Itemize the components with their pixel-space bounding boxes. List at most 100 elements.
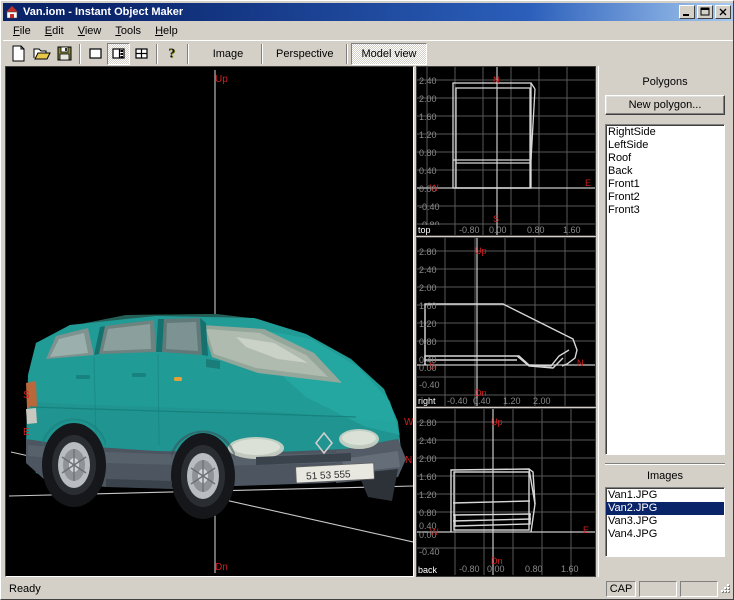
svg-text:2.80: 2.80 [419, 418, 437, 428]
ortho-view-back[interactable]: 2.80 2.40 2.00 1.60 1.20 0.80 0.40 0.00 … [416, 408, 596, 577]
menu-edit[interactable]: Edit [38, 23, 71, 39]
svg-text:0.40: 0.40 [419, 166, 437, 176]
menu-file[interactable]: File [6, 23, 38, 39]
svg-text:0.80: 0.80 [527, 225, 545, 235]
svg-text:2.00: 2.00 [533, 396, 551, 406]
menu-help[interactable]: Help [148, 23, 185, 39]
svg-text:-0.40: -0.40 [419, 202, 440, 212]
open-folder-icon[interactable] [30, 43, 53, 65]
list-item[interactable]: Front2 [606, 191, 724, 204]
ortho-view-right[interactable]: 2.80 2.40 2.00 1.60 1.20 0.80 0.40 0.00 … [416, 237, 596, 407]
svg-text:0.00: 0.00 [489, 225, 507, 235]
list-item[interactable]: Van3.JPG [606, 515, 724, 528]
ortho-views-column: 2.40 2.00 1.60 1.20 0.80 0.40 0.00 -0.40… [416, 66, 596, 577]
svg-text:N: N [405, 455, 412, 466]
svg-text:2.40: 2.40 [419, 76, 437, 86]
toolbar-separator-5 [346, 43, 349, 64]
svg-text:-0.40: -0.40 [447, 396, 468, 406]
close-button[interactable] [715, 5, 731, 19]
svg-text:0.80: 0.80 [419, 337, 437, 347]
svg-text:-0.80: -0.80 [459, 564, 480, 574]
svg-text:N: N [577, 358, 584, 368]
status-indicator-scrl [680, 581, 718, 597]
svg-text:?: ? [168, 46, 175, 61]
new-polygon-button[interactable]: New polygon... [605, 95, 725, 115]
app-house-icon [4, 4, 20, 20]
svg-text:2.80: 2.80 [419, 247, 437, 257]
svg-text:2.00: 2.00 [419, 94, 437, 104]
resize-grip[interactable] [718, 582, 732, 596]
svg-text:right: right [418, 396, 436, 406]
svg-text:-0.40: -0.40 [419, 380, 440, 390]
list-item[interactable]: Van1.JPG [606, 489, 724, 502]
svg-text:Up: Up [491, 417, 503, 427]
mode-button-perspective[interactable]: Perspective [266, 43, 343, 65]
mode-button-image[interactable]: Image [198, 43, 258, 65]
svg-text:W: W [430, 183, 439, 193]
toolbar-separator-3 [187, 43, 189, 64]
svg-text:2.40: 2.40 [419, 265, 437, 275]
menu-tools[interactable]: Tools [108, 23, 148, 39]
svg-text:1.20: 1.20 [419, 130, 437, 140]
title-bar: Van.iom - Instant Object Maker [3, 3, 733, 21]
list-item[interactable]: Front3 [606, 204, 724, 217]
client-area: 51 53 555 Up Dn S E W N 2.40 2.00 1.60 1… [3, 66, 733, 579]
images-listbox[interactable]: Van1.JPG Van2.JPG Van3.JPG Van4.JPG [605, 487, 725, 557]
svg-text:top: top [418, 225, 431, 235]
svg-text:0.80: 0.80 [525, 564, 543, 574]
toolbar-separator-2 [156, 43, 158, 64]
svg-text:W: W [404, 417, 413, 428]
window-title: Van.iom - Instant Object Maker [23, 6, 184, 18]
svg-text:1.60: 1.60 [561, 564, 579, 574]
polygons-listbox[interactable]: RightSide LeftSide Roof Back Front1 Fron… [605, 124, 725, 455]
list-item[interactable]: LeftSide [606, 139, 724, 152]
images-panel-title: Images [646, 470, 684, 482]
svg-text:Up: Up [475, 246, 487, 256]
right-dock: Polygons New polygon... RightSide LeftSi… [598, 66, 731, 577]
svg-text:S: S [23, 390, 30, 401]
help-question-icon[interactable]: ? ? [161, 43, 184, 65]
svg-text:S: S [429, 361, 435, 371]
dock-divider [605, 463, 725, 465]
single-pane-icon[interactable] [84, 43, 107, 65]
application-window: Van.iom - Instant Object Maker File Edit… [0, 0, 734, 600]
four-pane-icon[interactable] [130, 43, 153, 65]
list-item[interactable]: RightSide [606, 126, 724, 139]
svg-text:1.20: 1.20 [503, 396, 521, 406]
maximize-button[interactable] [697, 5, 713, 19]
svg-text:Up: Up [215, 74, 228, 85]
svg-text:51 53 555: 51 53 555 [306, 469, 351, 482]
list-item-selected[interactable]: Van2.JPG [606, 502, 724, 515]
svg-text:Dn: Dn [215, 562, 228, 573]
svg-text:2.40: 2.40 [419, 436, 437, 446]
list-item[interactable]: Back [606, 165, 724, 178]
menu-bar: File Edit View Tools Help [3, 22, 733, 40]
list-item[interactable]: Roof [606, 152, 724, 165]
svg-text:2.00: 2.00 [419, 454, 437, 464]
svg-text:1.20: 1.20 [419, 319, 437, 329]
svg-text:E: E [23, 427, 30, 438]
list-item[interactable]: Front1 [606, 178, 724, 191]
status-message: Ready [9, 583, 41, 595]
svg-text:Dn: Dn [475, 388, 487, 398]
split-pane-icon[interactable] [107, 42, 130, 65]
list-item[interactable]: Van4.JPG [606, 528, 724, 541]
svg-text:2.00: 2.00 [419, 283, 437, 293]
mode-button-model-view[interactable]: Model view [351, 42, 427, 65]
toolbar-separator-4 [261, 43, 263, 64]
ortho-view-top[interactable]: 2.40 2.00 1.60 1.20 0.80 0.40 0.00 -0.40… [416, 66, 596, 236]
menu-view[interactable]: View [71, 23, 109, 39]
minimize-button[interactable] [679, 5, 695, 19]
svg-text:0.80: 0.80 [419, 148, 437, 158]
perspective-viewport[interactable]: 51 53 555 Up Dn S E W N [5, 66, 414, 577]
svg-text:1.60: 1.60 [419, 112, 437, 122]
svg-text:Dn: Dn [491, 556, 503, 566]
new-document-icon[interactable] [7, 43, 30, 65]
save-disk-icon[interactable] [53, 43, 76, 65]
toolbar-separator-1 [79, 43, 81, 64]
svg-text:back: back [418, 565, 438, 575]
toolbar: ? ? Image Perspective Model view [3, 40, 733, 66]
svg-text:W: W [430, 527, 439, 537]
svg-text:1.60: 1.60 [419, 472, 437, 482]
polygons-panel-title: Polygons [642, 76, 688, 88]
